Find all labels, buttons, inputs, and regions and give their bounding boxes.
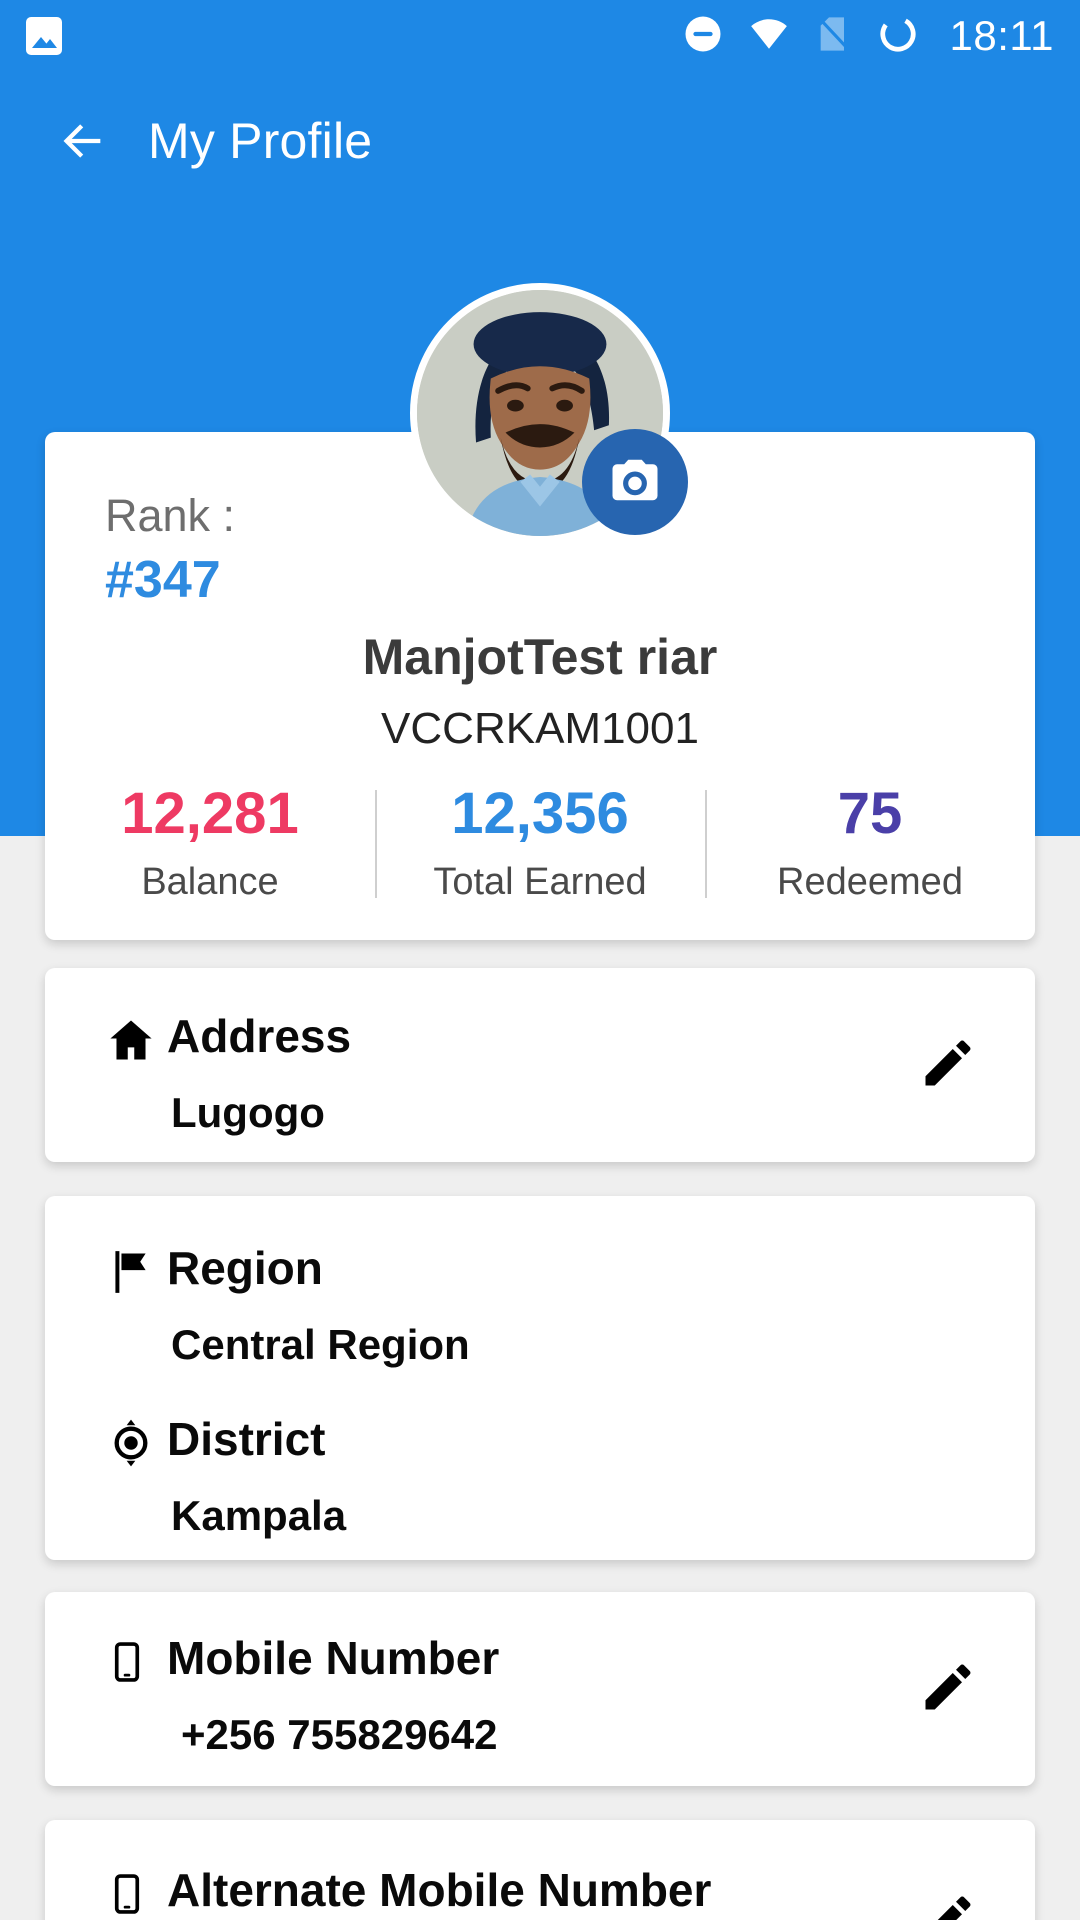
alternate-mobile-number-row: Alternate Mobile Number (45, 1820, 1035, 1920)
stat-total-earned-value: 12,356 (451, 781, 629, 846)
address-card: Address Lugogo (45, 968, 1035, 1162)
gps-target-icon (105, 1413, 167, 1469)
alternate-mobile-number-body: Alternate Mobile Number (167, 1864, 995, 1917)
stat-balance-label: Balance (141, 860, 279, 903)
profile-code: VCCRKAM1001 (381, 704, 699, 753)
rank-value: #347 (105, 550, 221, 609)
flag-icon (105, 1242, 167, 1298)
app-bar: My Profile (0, 86, 1080, 196)
stat-balance-value: 12,281 (121, 781, 299, 846)
do-not-disturb-icon (682, 13, 724, 60)
mobile-number-title: Mobile Number (167, 1632, 500, 1684)
district-row: District Kampala (45, 1369, 1035, 1540)
pencil-icon (918, 1889, 978, 1920)
edit-alternate-mobile-number-button[interactable] (913, 1886, 983, 1920)
pencil-icon (918, 1657, 978, 1722)
stat-total-earned-label: Total Earned (433, 860, 647, 903)
profile-screen: 18:11 My Profile Rank: #347 ManjotTest … (0, 0, 1080, 1920)
camera-icon (608, 453, 662, 512)
alternate-mobile-number-card: Alternate Mobile Number (45, 1820, 1035, 1920)
sync-circle-icon (876, 12, 920, 61)
region-title: Region (167, 1242, 323, 1294)
mobile-number-value: +256 755829642 (181, 1710, 498, 1758)
alternate-mobile-number-title: Alternate Mobile Number (167, 1864, 712, 1916)
phone-icon (105, 1864, 167, 1920)
status-bar-left (26, 17, 62, 55)
stat-redeemed: 75 Redeemed (705, 781, 1035, 904)
no-sim-icon (814, 12, 854, 61)
stat-balance: 12,281 Balance (45, 781, 375, 904)
avatar-container (410, 283, 688, 543)
mobile-number-row: Mobile Number +256 755829642 (45, 1592, 1035, 1759)
mobile-number-body: Mobile Number +256 755829642 (167, 1632, 995, 1759)
home-icon (105, 1010, 167, 1066)
address-title: Address (167, 1010, 352, 1062)
district-body: District Kampala (167, 1413, 995, 1540)
stat-total-earned: 12,356 Total Earned (375, 781, 705, 904)
rank-label: Rank : (105, 490, 236, 541)
page-title: My Profile (148, 113, 373, 169)
region-value: Central Region (171, 1320, 470, 1368)
change-photo-button[interactable] (582, 429, 688, 535)
status-bar-clock: 18:11 (949, 12, 1054, 59)
district-title: District (167, 1412, 326, 1465)
district-value: Kampala (171, 1491, 347, 1539)
image-icon (26, 17, 62, 55)
pencil-icon (918, 1033, 978, 1098)
profile-name: ManjotTest riar (362, 629, 718, 685)
status-bar: 18:11 (0, 0, 1080, 72)
phone-icon (105, 1632, 167, 1688)
address-body: Address Lugogo (167, 1010, 995, 1137)
region-row: Region Central Region (45, 1196, 1035, 1369)
edit-mobile-number-button[interactable] (913, 1654, 983, 1724)
stat-redeemed-value: 75 (837, 781, 903, 846)
stat-redeemed-label: Redeemed (777, 860, 963, 903)
address-row: Address Lugogo (45, 968, 1035, 1137)
wifi-icon (746, 13, 792, 60)
region-body: Region Central Region (167, 1242, 995, 1369)
mobile-number-card: Mobile Number +256 755829642 (45, 1592, 1035, 1786)
status-bar-right: 18:11 (682, 12, 1055, 61)
region-district-card: Region Central Region District Kampala (45, 1196, 1035, 1560)
edit-address-button[interactable] (913, 1030, 983, 1100)
rank-block: Rank : #347 (105, 490, 235, 610)
address-value: Lugogo (171, 1088, 325, 1136)
stats-row: 12,281 Balance 12,356 Total Earned 75 Re… (45, 781, 1035, 904)
arrow-left-icon[interactable] (52, 115, 114, 167)
